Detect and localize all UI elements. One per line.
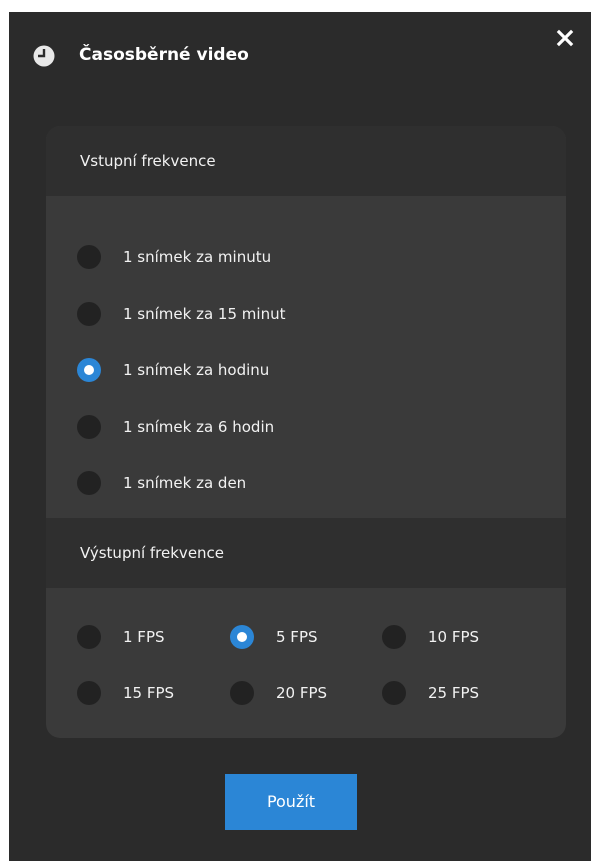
apply-button[interactable]: Použít xyxy=(225,774,357,830)
radio-button[interactable] xyxy=(77,471,101,495)
radio-label: 1 snímek za hodinu xyxy=(123,361,270,379)
radio-button[interactable] xyxy=(382,681,406,705)
dialog-title: Časosběrné video xyxy=(79,45,249,65)
input-option-per-day[interactable]: 1 snímek za den xyxy=(77,468,246,498)
fps-option-10[interactable]: 10 FPS xyxy=(382,622,479,652)
fps-option-25[interactable]: 25 FPS xyxy=(382,678,479,708)
output-frequency-header: Výstupní frekvence xyxy=(46,518,566,588)
radio-label: 1 snímek za minutu xyxy=(123,248,272,266)
clock-icon xyxy=(33,45,55,67)
input-option-per-hour[interactable]: 1 snímek za hodinu xyxy=(77,355,269,385)
input-option-per-6-hours[interactable]: 1 snímek za 6 hodin xyxy=(77,412,274,442)
radio-label: 5 FPS xyxy=(276,628,318,646)
radio-label: 10 FPS xyxy=(428,628,480,646)
input-option-per-minute[interactable]: 1 snímek za minutu xyxy=(77,242,271,272)
radio-label: 1 snímek za den xyxy=(123,474,247,492)
radio-label: 1 FPS xyxy=(123,628,165,646)
fps-options-grid: 1 FPS 5 FPS 10 FPS 15 FPS 20 FPS 25 FPS xyxy=(77,622,547,712)
radio-button-selected[interactable] xyxy=(77,358,101,382)
input-frequency-header: Vstupní frekvence xyxy=(46,126,566,196)
fps-option-15[interactable]: 15 FPS xyxy=(77,678,174,708)
radio-button[interactable] xyxy=(77,625,101,649)
fps-option-20[interactable]: 20 FPS xyxy=(230,678,327,708)
close-icon[interactable] xyxy=(553,26,577,50)
radio-button[interactable] xyxy=(77,302,101,326)
fps-option-5[interactable]: 5 FPS xyxy=(230,622,318,652)
radio-label: 15 FPS xyxy=(123,684,175,702)
radio-label: 25 FPS xyxy=(428,684,480,702)
radio-button[interactable] xyxy=(230,681,254,705)
radio-label: 20 FPS xyxy=(276,684,328,702)
radio-button[interactable] xyxy=(77,681,101,705)
radio-label: 1 snímek za 6 hodin xyxy=(123,418,275,436)
radio-button[interactable] xyxy=(382,625,406,649)
fps-option-1[interactable]: 1 FPS xyxy=(77,622,165,652)
radio-button[interactable] xyxy=(77,245,101,269)
settings-panel: Vstupní frekvence 1 snímek za minutu 1 s… xyxy=(46,126,566,738)
dialog-titlebar: Časosběrné video xyxy=(9,12,591,92)
timelapse-dialog: Časosběrné video Vstupní frekvence 1 sní… xyxy=(9,12,591,861)
radio-button[interactable] xyxy=(77,415,101,439)
radio-button-selected[interactable] xyxy=(230,625,254,649)
radio-label: 1 snímek za 15 minut xyxy=(123,305,286,323)
input-option-per-15-minutes[interactable]: 1 snímek za 15 minut xyxy=(77,299,285,329)
